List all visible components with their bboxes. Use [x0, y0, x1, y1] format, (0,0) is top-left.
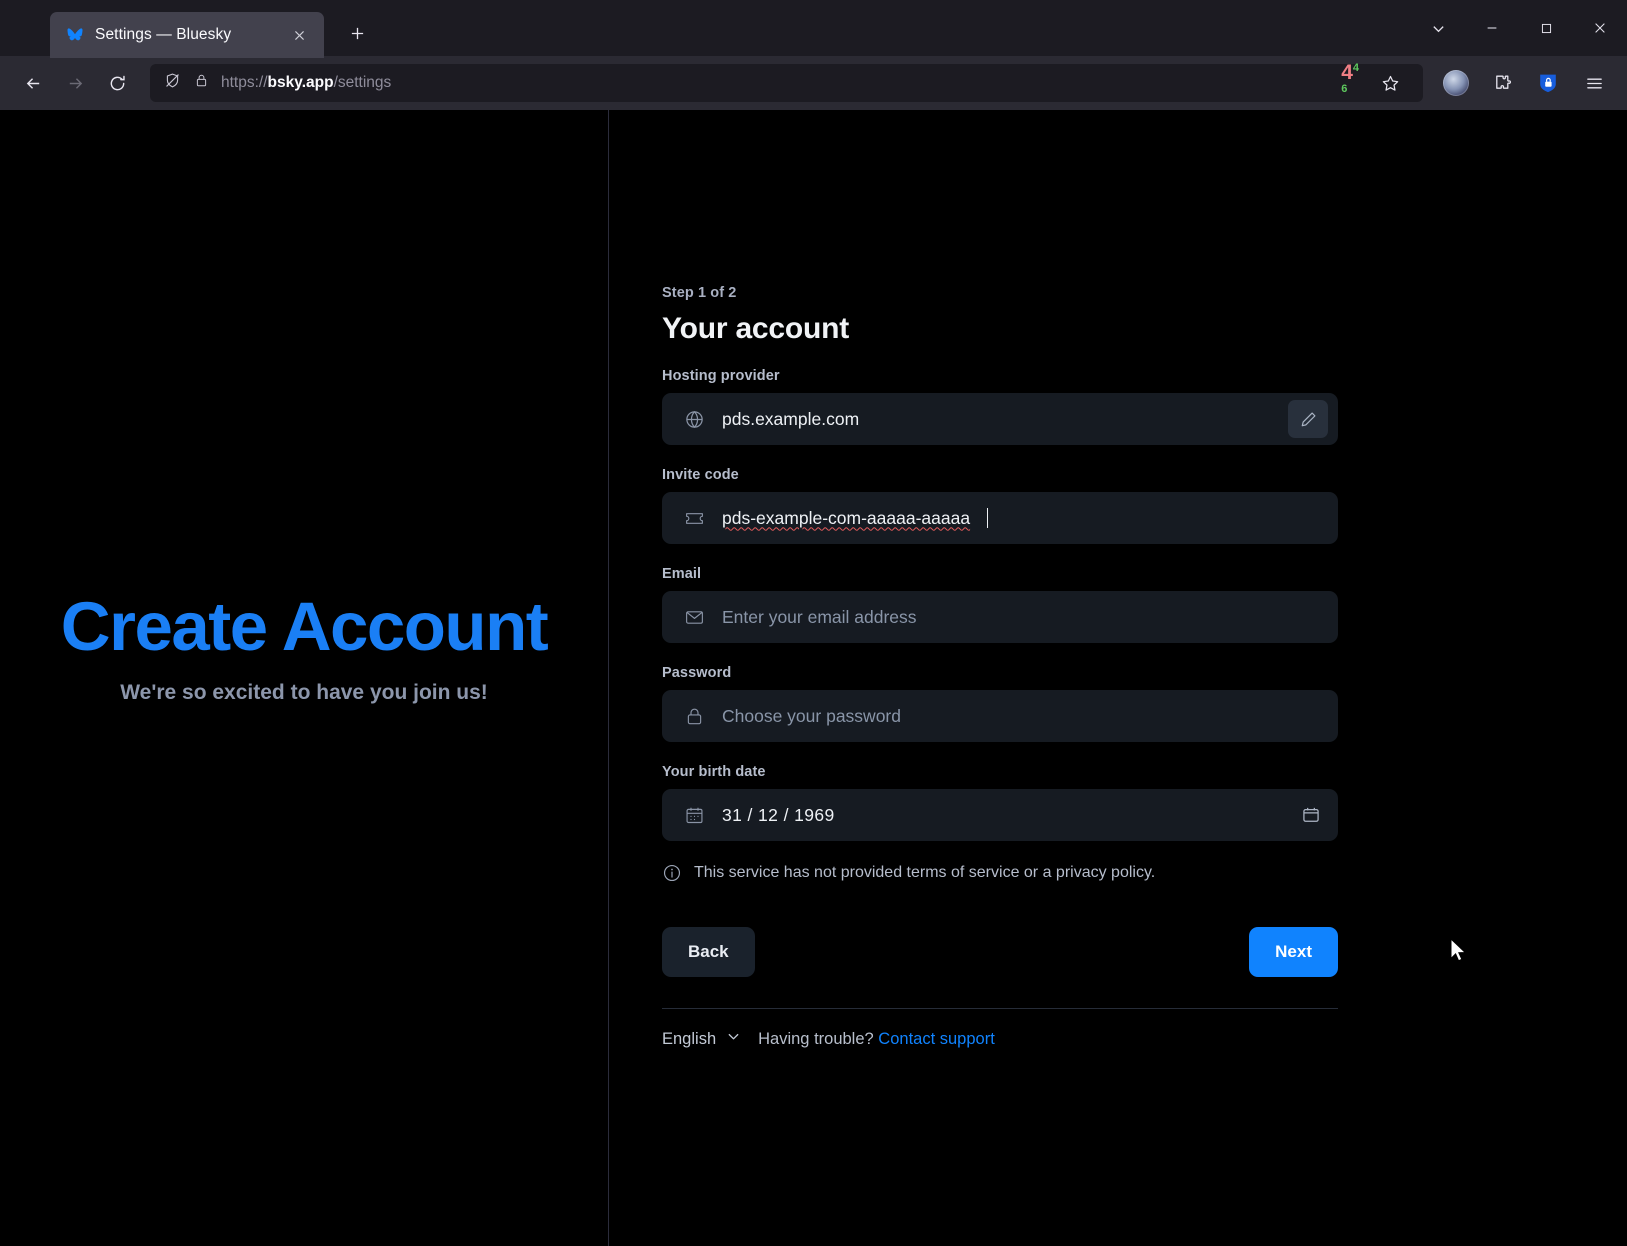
field-hosting-provider: Hosting provider pds.example.com	[662, 368, 1338, 445]
password-input[interactable]: Choose your password	[662, 690, 1338, 742]
ticket-icon	[684, 508, 705, 529]
signup-form: Step 1 of 2 Your account Hosting provide…	[662, 285, 1338, 1049]
email-label: Email	[662, 566, 702, 582]
back-icon[interactable]	[14, 64, 52, 102]
tracker-count-badge[interactable]: 44 6	[1341, 62, 1359, 104]
email-placeholder: Enter your email address	[722, 606, 917, 627]
address-bar[interactable]: https://bsky.app/settings 44 6	[150, 62, 1423, 104]
form-heading: Your account	[662, 312, 850, 345]
calendar-small-icon	[684, 805, 705, 826]
language-selector[interactable]: English	[662, 1029, 741, 1049]
text-caret	[987, 508, 989, 528]
reload-icon[interactable]	[98, 64, 136, 102]
hamburger-menu-icon[interactable]	[1575, 64, 1613, 102]
avatar-icon[interactable]	[1437, 64, 1475, 102]
forward-icon	[56, 64, 94, 102]
next-button[interactable]: Next	[1249, 927, 1338, 977]
birth-date-value: 31 / 12 / 1969	[722, 804, 835, 825]
field-birth-date: Your birth date 31 / 12 / 1969	[662, 764, 1338, 841]
browser-window: Settings — Bluesky https://bsky.app/sett…	[0, 0, 1627, 1246]
chevron-down-icon	[726, 1029, 741, 1049]
birth-date-label: Your birth date	[662, 764, 766, 780]
hero-pane: Create Account We're so excited to have …	[0, 110, 609, 1246]
tab-title: Settings — Bluesky	[95, 26, 232, 43]
browser-tab[interactable]: Settings — Bluesky	[50, 12, 324, 58]
page-content: Create Account We're so excited to have …	[0, 110, 1627, 1246]
contact-support-link[interactable]: Contact support	[878, 1030, 994, 1048]
new-tab-button[interactable]	[340, 16, 374, 50]
minimize-icon[interactable]	[1465, 0, 1519, 56]
field-email: Email Enter your email address	[662, 566, 1338, 643]
info-circle-icon	[662, 863, 682, 883]
tracking-protection-off-icon[interactable]	[164, 72, 181, 94]
star-icon[interactable]	[1371, 64, 1409, 102]
field-invite-code: Invite code pds-example-com-aaaaa-aaaaa	[662, 467, 1338, 544]
lock-icon[interactable]	[194, 73, 209, 93]
url-text: https://bsky.app/settings	[221, 74, 392, 91]
hosting-provider-value: pds.example.com	[722, 408, 860, 429]
close-icon[interactable]	[286, 22, 312, 48]
language-value: English	[662, 1029, 717, 1048]
form-actions: Back Next	[662, 927, 1338, 977]
back-button[interactable]: Back	[662, 927, 755, 977]
puzzle-piece-icon[interactable]	[1483, 64, 1521, 102]
window-close-icon[interactable]	[1573, 0, 1627, 56]
form-footer: English Having trouble? Contact support	[662, 1029, 1338, 1049]
support-row: Having trouble? Contact support	[758, 1030, 995, 1049]
invite-code-label: Invite code	[662, 467, 739, 483]
hero-subtitle: We're so excited to have you join us!	[120, 680, 488, 704]
trouble-text: Having trouble?	[758, 1029, 874, 1048]
window-controls	[1411, 0, 1627, 56]
field-password: Password Choose your password	[662, 665, 1338, 742]
password-label: Password	[662, 665, 732, 681]
birth-date-input[interactable]: 31 / 12 / 1969	[662, 789, 1338, 841]
signup-pane: Step 1 of 2 Your account Hosting provide…	[609, 110, 1627, 1246]
globe-icon	[684, 409, 705, 430]
envelope-icon	[684, 607, 705, 628]
invite-code-value: pds-example-com-aaaaa-aaaaa	[722, 507, 971, 528]
calendar-picker-icon[interactable]	[1294, 805, 1328, 825]
title-bar: Settings — Bluesky	[0, 0, 1627, 58]
bitwarden-shield-icon[interactable]	[1529, 64, 1567, 102]
notice-text: This service has not provided terms of s…	[694, 864, 1156, 881]
navigation-toolbar: https://bsky.app/settings 44 6	[0, 56, 1627, 110]
hosting-provider-input[interactable]: pds.example.com	[662, 393, 1338, 445]
password-placeholder: Choose your password	[722, 705, 901, 726]
pencil-icon[interactable]	[1288, 400, 1328, 438]
invite-code-input[interactable]: pds-example-com-aaaaa-aaaaa	[662, 492, 1338, 544]
maximize-icon[interactable]	[1519, 0, 1573, 56]
bluesky-butterfly-icon	[66, 26, 84, 44]
step-indicator: Step 1 of 2	[662, 285, 737, 301]
hosting-provider-label: Hosting provider	[662, 368, 780, 384]
list-all-tabs-icon[interactable]	[1411, 0, 1465, 56]
footer-divider	[662, 1008, 1338, 1009]
lock-icon	[684, 706, 705, 727]
page-title: Create Account	[60, 588, 549, 666]
email-input[interactable]: Enter your email address	[662, 591, 1338, 643]
toolbar-extension-icons	[1427, 64, 1613, 102]
service-policy-notice: This service has not provided terms of s…	[662, 863, 1338, 883]
